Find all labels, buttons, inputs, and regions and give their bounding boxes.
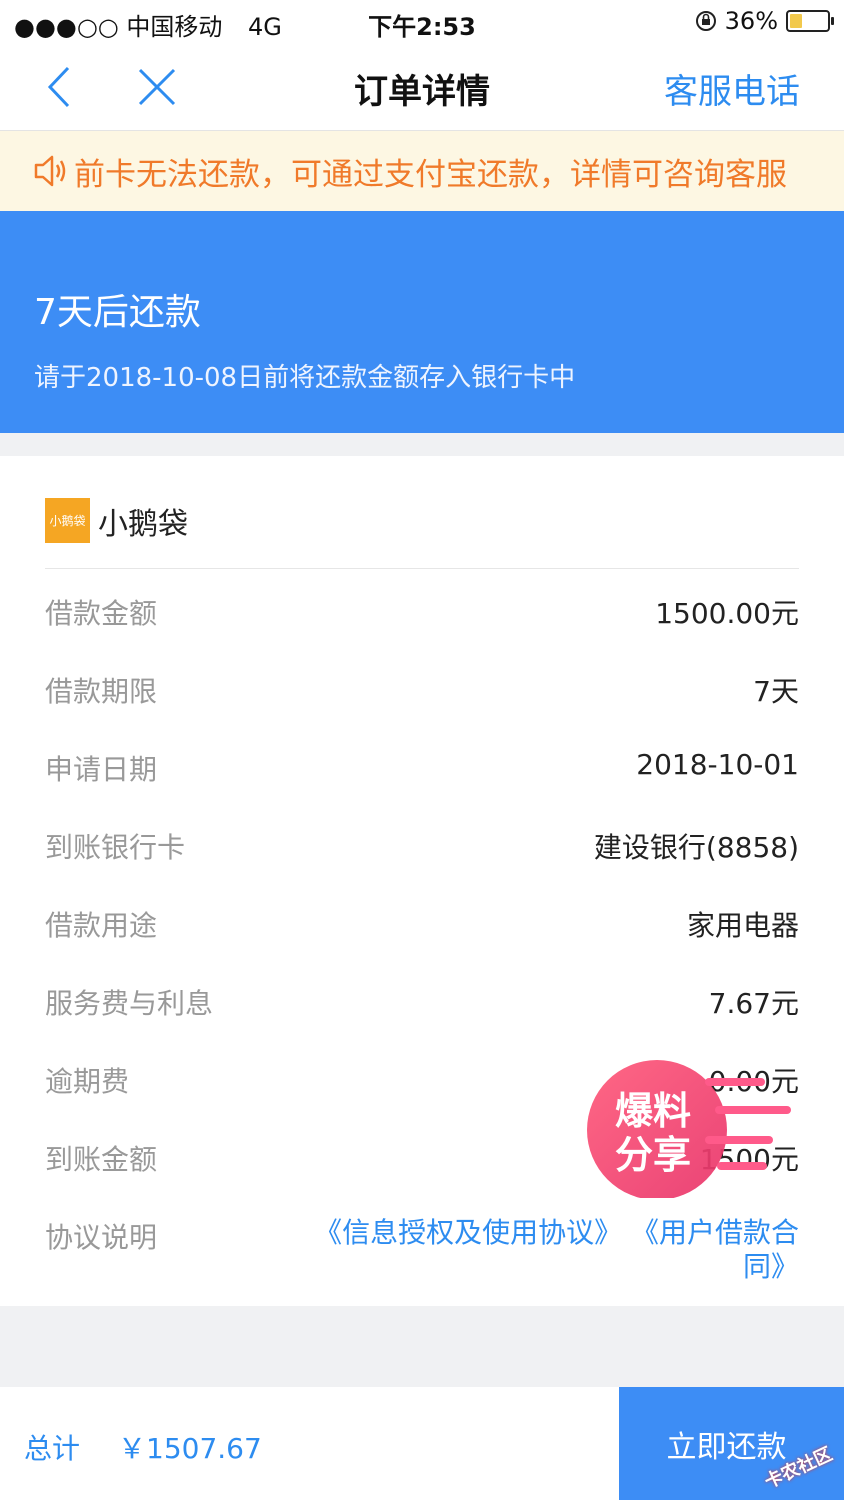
detail-row-purpose: 借款用途 家用电器 bbox=[45, 904, 799, 944]
detail-value: 家用电器 bbox=[686, 909, 799, 942]
repay-now-label: 立即还款 bbox=[666, 1429, 787, 1465]
watermark-badge: 爆料 分享 bbox=[585, 1058, 795, 1200]
detail-label: 到账金额 bbox=[45, 1143, 158, 1176]
loan-contract-link[interactable]: 《用户借款合同》 bbox=[631, 1216, 799, 1283]
detail-label: 借款金额 bbox=[45, 597, 158, 630]
detail-value: 1500.00元 bbox=[655, 597, 799, 630]
notice-text: 前卡无法还款，可通过支付宝还款，详情可咨询客服 bbox=[74, 156, 787, 193]
speaker-icon bbox=[34, 155, 66, 187]
detail-label: 服务费与利息 bbox=[45, 987, 214, 1020]
watermark-line1: 爆料 bbox=[615, 1089, 691, 1133]
orientation-lock-icon bbox=[695, 11, 716, 31]
detail-row-loan-term: 借款期限 7天 bbox=[45, 670, 799, 710]
battery-icon bbox=[786, 10, 834, 32]
navigation-bar: 订单详情 客服电话 bbox=[0, 44, 844, 131]
detail-value: 建设银行(8858) bbox=[593, 831, 799, 864]
detail-value: 7.67元 bbox=[708, 987, 799, 1020]
detail-row-loan-amount: 借款金额 1500.00元 bbox=[45, 592, 799, 632]
detail-label: 借款用途 bbox=[45, 909, 158, 942]
watermark-line2: 分享 bbox=[615, 1133, 691, 1177]
battery-percent: 36% bbox=[724, 7, 778, 35]
service-phone-button[interactable]: 客服电话 bbox=[664, 64, 800, 113]
detail-label: 协议说明 bbox=[45, 1221, 158, 1254]
repayment-banner: 7天后还款 请于2018-10-08日前将还款金额存入银行卡中 bbox=[0, 211, 844, 433]
repay-now-button[interactable]: 立即还款 卡农社区 bbox=[619, 1387, 844, 1500]
total-amount: ￥1507.67 bbox=[118, 1432, 262, 1465]
detail-label: 逾期费 bbox=[45, 1065, 130, 1098]
divider bbox=[45, 568, 799, 569]
bottom-bar: 总计 ￥1507.67 立即还款 卡农社区 bbox=[0, 1387, 844, 1500]
detail-label: 申请日期 bbox=[45, 753, 158, 786]
detail-label: 借款期限 bbox=[45, 675, 158, 708]
repayment-instruction: 请于2018-10-08日前将还款金额存入银行卡中 bbox=[34, 363, 576, 393]
detail-row-apply-date: 申请日期 2018-10-01 bbox=[45, 748, 799, 788]
total-label: 总计 bbox=[24, 1432, 81, 1465]
detail-label: 到账银行卡 bbox=[45, 831, 186, 864]
detail-row-bank-card: 到账银行卡 建设银行(8858) bbox=[45, 826, 799, 866]
lender-logo: 小鹅袋 bbox=[45, 498, 90, 543]
battery-area: 36% bbox=[695, 7, 834, 35]
repayment-countdown: 7天后还款 bbox=[34, 292, 201, 333]
agreement-links: 《信息授权及使用协议》 《用户借款合同》 bbox=[299, 1216, 799, 1284]
detail-value: 7天 bbox=[753, 675, 799, 708]
detail-row-service-fee: 服务费与利息 7.67元 bbox=[45, 982, 799, 1022]
lender-header: 小鹅袋 小鹅袋 bbox=[45, 498, 188, 543]
notice-bar: 前卡无法还款，可通过支付宝还款，详情可咨询客服 bbox=[0, 131, 844, 211]
detail-value: 2018-10-01 bbox=[636, 748, 799, 781]
info-authorization-agreement-link[interactable]: 《信息授权及使用协议》 bbox=[314, 1216, 622, 1249]
detail-row-agreements: 协议说明 《信息授权及使用协议》 《用户借款合同》 bbox=[45, 1216, 799, 1296]
lender-name: 小鹅袋 bbox=[98, 506, 188, 542]
status-bar: ●●●○○ 中国移动 4G 下午2:53 36% bbox=[0, 0, 844, 44]
watermark-graphic: 爆料 分享 bbox=[587, 1060, 791, 1200]
